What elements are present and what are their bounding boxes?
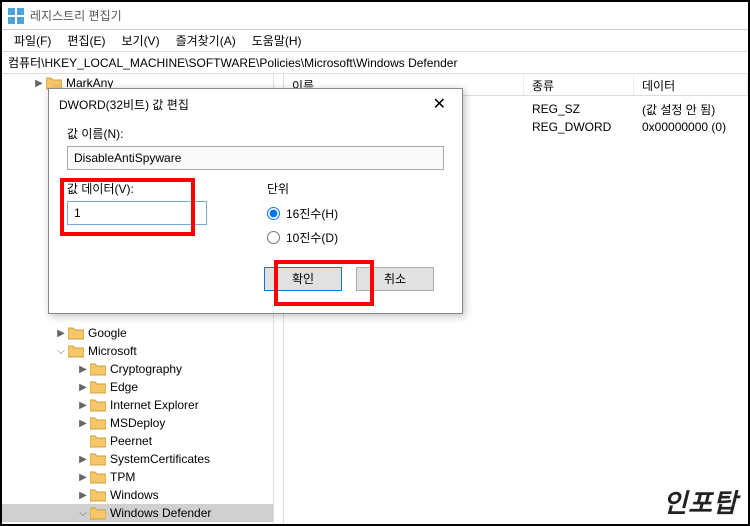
tree-item-syscert[interactable]: ▶ SystemCertificates bbox=[2, 450, 273, 468]
col-header-type[interactable]: 종류 bbox=[524, 74, 634, 95]
chevron-right-icon[interactable]: ▶ bbox=[76, 364, 90, 375]
chevron-right-icon[interactable]: ▶ bbox=[76, 418, 90, 429]
chevron-right-icon[interactable]: ▶ bbox=[76, 490, 90, 501]
tree-item-cryptography[interactable]: ▶ Cryptography bbox=[2, 360, 273, 378]
tree-item-google[interactable]: ▶ Google bbox=[2, 324, 273, 342]
folder-icon bbox=[90, 416, 106, 430]
tree-item-microsoft[interactable]: ⌵ Microsoft bbox=[2, 342, 273, 360]
menu-edit[interactable]: 편집(E) bbox=[59, 30, 113, 51]
tree-label: MSDeploy bbox=[110, 416, 165, 430]
folder-icon bbox=[90, 434, 106, 448]
chevron-right-icon[interactable]: ▶ bbox=[76, 400, 90, 411]
radio-dec-input[interactable] bbox=[267, 231, 280, 244]
cell-type: REG_DWORD bbox=[524, 120, 634, 134]
tree-label: TPM bbox=[110, 470, 135, 484]
cell-data: 0x00000000 (0) bbox=[634, 120, 748, 134]
tree-label: SystemCertificates bbox=[110, 452, 210, 466]
menubar: 파일(F) 편집(E) 보기(V) 즐겨찾기(A) 도움말(H) bbox=[2, 30, 748, 52]
tree-label: Windows Defender bbox=[110, 506, 211, 520]
dialog-titlebar[interactable]: DWORD(32비트) 값 편집 ✕ bbox=[49, 89, 462, 119]
address-path: 컴퓨터\HKEY_LOCAL_MACHINE\SOFTWARE\Policies… bbox=[8, 54, 457, 71]
tree-item-policy-manager[interactable]: Policy Manager bbox=[2, 522, 273, 524]
folder-icon bbox=[90, 488, 106, 502]
value-name-input[interactable] bbox=[67, 146, 444, 170]
folder-icon bbox=[68, 326, 84, 340]
tree-item-peernet[interactable]: Peernet bbox=[2, 432, 273, 450]
tree-item-windows-defender[interactable]: ⌵ Windows Defender bbox=[2, 504, 273, 522]
folder-icon bbox=[90, 452, 106, 466]
tree-label: Peernet bbox=[110, 434, 152, 448]
folder-icon bbox=[90, 362, 106, 376]
chevron-right-icon[interactable]: ▶ bbox=[32, 78, 46, 89]
folder-icon bbox=[68, 344, 84, 358]
radio-dec-label: 10진수(D) bbox=[286, 229, 338, 246]
col-header-data[interactable]: 데이터 bbox=[634, 74, 748, 95]
radio-hex-input[interactable] bbox=[267, 207, 280, 220]
tree-label: Microsoft bbox=[88, 344, 137, 358]
chevron-down-icon[interactable]: ⌵ bbox=[54, 346, 68, 357]
folder-icon bbox=[90, 398, 106, 412]
radio-dec[interactable]: 10진수(D) bbox=[267, 225, 338, 249]
tree-label: Edge bbox=[110, 380, 138, 394]
close-icon[interactable]: ✕ bbox=[427, 94, 452, 114]
tree-label: Windows bbox=[110, 488, 159, 502]
dialog-title: DWORD(32비트) 값 편집 bbox=[59, 96, 189, 113]
tree-item-ie[interactable]: ▶ Internet Explorer bbox=[2, 396, 273, 414]
chevron-down-icon[interactable]: ⌵ bbox=[76, 508, 90, 519]
chevron-right-icon[interactable]: ▶ bbox=[76, 472, 90, 483]
tree-item-msdeploy[interactable]: ▶ MSDeploy bbox=[2, 414, 273, 432]
folder-icon bbox=[90, 380, 106, 394]
chevron-right-icon[interactable]: ▶ bbox=[76, 382, 90, 393]
addressbar[interactable]: 컴퓨터\HKEY_LOCAL_MACHINE\SOFTWARE\Policies… bbox=[2, 52, 748, 74]
chevron-right-icon[interactable]: ▶ bbox=[54, 328, 68, 339]
folder-icon bbox=[90, 506, 106, 520]
radio-hex-label: 16진수(H) bbox=[286, 205, 338, 222]
tree-label: Cryptography bbox=[110, 362, 182, 376]
value-data-input[interactable] bbox=[67, 201, 207, 225]
value-data-label: 값 데이터(V): bbox=[67, 180, 237, 197]
tree-item-tpm[interactable]: ▶ TPM bbox=[2, 468, 273, 486]
menu-file[interactable]: 파일(F) bbox=[6, 30, 59, 51]
cancel-button[interactable]: 취소 bbox=[356, 267, 434, 291]
menu-help[interactable]: 도움말(H) bbox=[244, 30, 310, 51]
radio-hex[interactable]: 16진수(H) bbox=[267, 201, 338, 225]
window-titlebar: 레지스트리 편집기 bbox=[2, 2, 748, 30]
tree-label: Internet Explorer bbox=[110, 398, 199, 412]
window-title: 레지스트리 편집기 bbox=[30, 7, 122, 24]
cell-data: (값 설정 안 됨) bbox=[634, 101, 748, 118]
tree-label: Google bbox=[88, 326, 127, 340]
cell-type: REG_SZ bbox=[524, 102, 634, 116]
value-name-label: 값 이름(N): bbox=[67, 125, 444, 142]
ok-button[interactable]: 확인 bbox=[264, 267, 342, 291]
tree-item-windows[interactable]: ▶ Windows bbox=[2, 486, 273, 504]
watermark: 인포탑 bbox=[663, 483, 738, 520]
edit-dword-dialog: DWORD(32비트) 값 편집 ✕ 값 이름(N): 값 데이터(V): 단위… bbox=[48, 88, 463, 314]
tree-item-edge[interactable]: ▶ Edge bbox=[2, 378, 273, 396]
base-label: 단위 bbox=[267, 180, 338, 197]
regedit-icon bbox=[8, 8, 24, 24]
menu-view[interactable]: 보기(V) bbox=[113, 30, 167, 51]
chevron-right-icon[interactable]: ▶ bbox=[76, 454, 90, 465]
menu-favorites[interactable]: 즐겨찾기(A) bbox=[168, 30, 244, 51]
folder-icon bbox=[90, 470, 106, 484]
